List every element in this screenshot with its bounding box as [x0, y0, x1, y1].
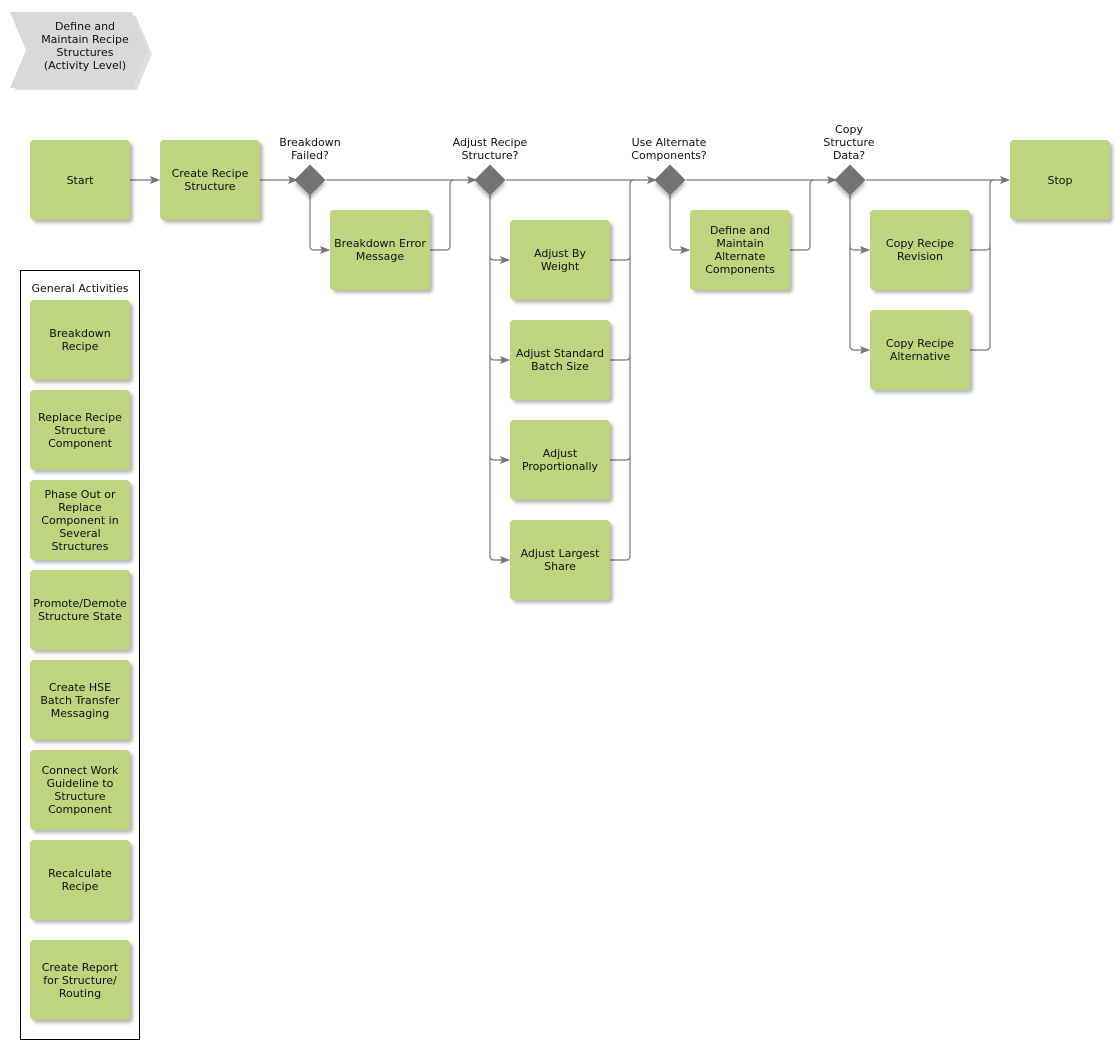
connector	[489, 355, 510, 364]
connector	[790, 179, 815, 251]
connector	[489, 455, 510, 464]
general-activity-phase-out-component[interactable]: Phase Out or Replace Component in Severa…	[30, 480, 130, 560]
connector	[489, 255, 510, 264]
activity-adjust-by-weight[interactable]: Adjust By Weight	[510, 220, 610, 300]
connector	[970, 179, 995, 351]
general-activity-recalculate-recipe[interactable]: Recalculate Recipe	[30, 840, 130, 920]
general-activity-promote-demote[interactable]: Promote/Demote Structure State	[30, 570, 130, 650]
activity-copy-recipe-revision[interactable]: Copy Recipe Revision	[870, 210, 970, 290]
activity-adjust-proportionally[interactable]: Adjust Proportionally	[510, 420, 610, 500]
gateway-label-breakdown-failed: Breakdown Failed?	[279, 136, 341, 162]
gateway-label-use-alternate: Use Alternate Components?	[631, 136, 707, 162]
connector	[610, 255, 631, 261]
connector	[610, 355, 631, 361]
connector	[669, 194, 690, 254]
general-activity-create-report[interactable]: Create Report for Structure/ Routing	[30, 940, 130, 1020]
activity-define-alternate-components[interactable]: Define and Maintain Alternate Components	[690, 210, 790, 290]
start-event[interactable]: Start	[30, 140, 130, 220]
connector	[430, 179, 455, 251]
connector	[309, 194, 330, 254]
activity-adjust-largest-share[interactable]: Adjust Largest Share	[510, 520, 610, 600]
gateway-label-copy-structure: Copy Structure Data?	[823, 123, 875, 162]
connector	[849, 194, 870, 354]
gateway-label-adjust-recipe: Adjust Recipe Structure?	[452, 136, 528, 162]
general-activity-connect-work-guideline[interactable]: Connect Work Guideline to Structure Comp…	[30, 750, 130, 830]
activity-create-recipe-structure[interactable]: Create Recipe Structure	[160, 140, 260, 220]
general-activity-hse-batch-transfer[interactable]: Create HSE Batch Transfer Messaging	[30, 660, 130, 740]
connector	[610, 455, 631, 461]
activity-adjust-standard-batch-size[interactable]: Adjust Standard Batch Size	[510, 320, 610, 400]
general-activity-replace-component[interactable]: Replace Recipe Structure Component	[30, 390, 130, 470]
general-activities-group: General Activities	[20, 270, 140, 1040]
activity-copy-recipe-alternative[interactable]: Copy Recipe Alternative	[870, 310, 970, 390]
stop-event[interactable]: Stop	[1010, 140, 1110, 220]
activity-breakdown-error-message[interactable]: Breakdown Error Message	[330, 210, 430, 290]
general-activities-title: General Activities	[31, 282, 129, 295]
connector	[489, 194, 510, 564]
connector	[610, 179, 635, 561]
general-activity-breakdown-recipe[interactable]: Breakdown Recipe	[30, 300, 130, 380]
connector	[970, 245, 991, 251]
connector	[849, 245, 870, 254]
